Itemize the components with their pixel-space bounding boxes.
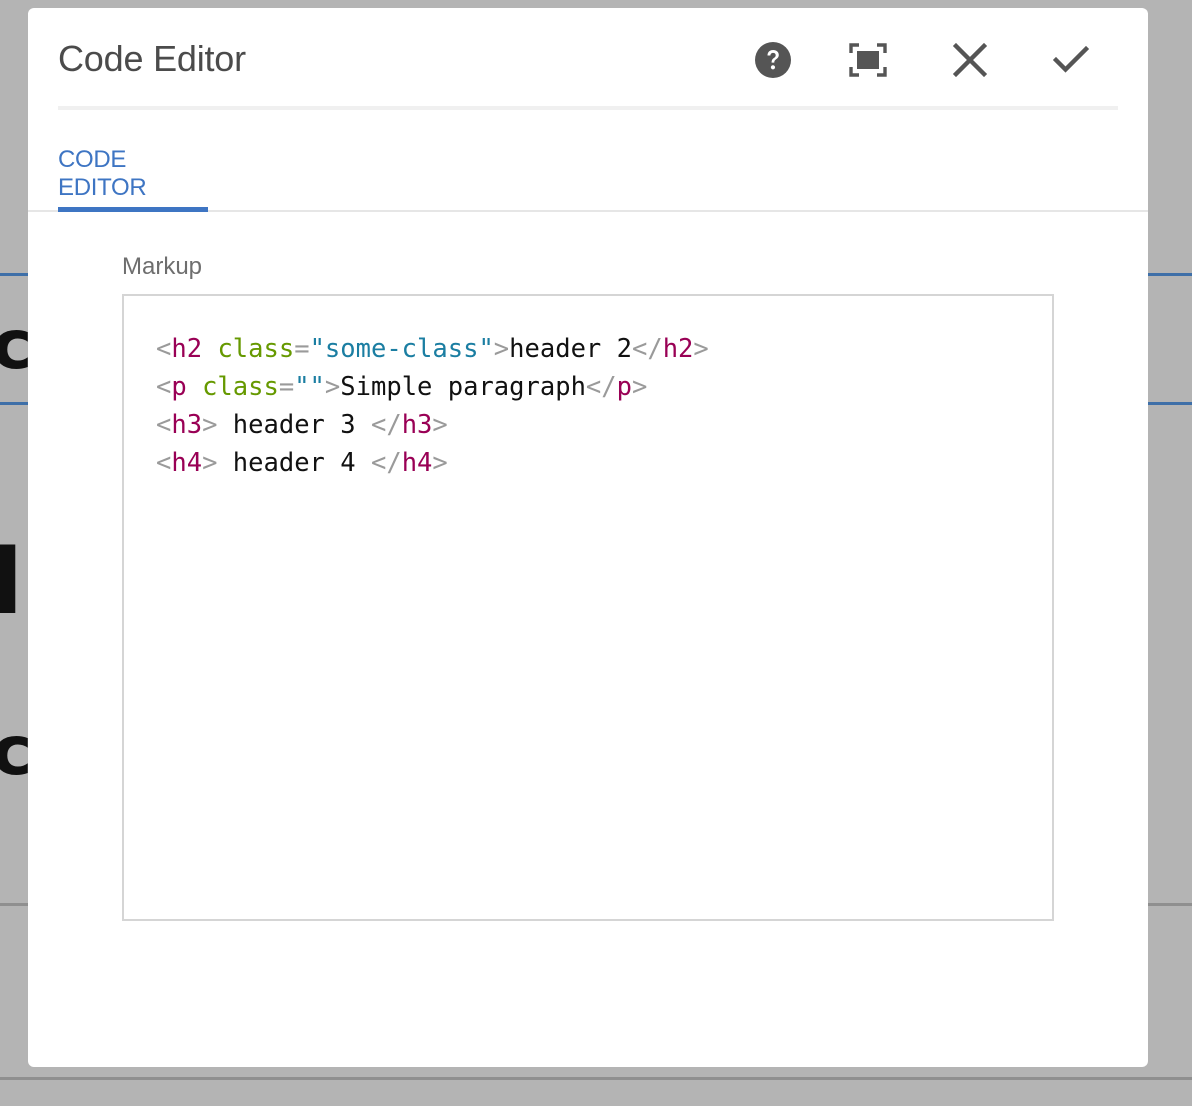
help-icon [755, 42, 791, 78]
close-button[interactable] [948, 38, 992, 82]
code-text: header 3 [217, 410, 371, 440]
code-bracket: </ [585, 372, 617, 402]
code-bracket: > [432, 410, 448, 440]
markup-code-editor[interactable]: <h2 class="some-class">header 2</h2> <p c… [122, 294, 1054, 921]
code-line: <h4> header 4 </h4> [156, 444, 709, 482]
code-text: header 2 [509, 334, 632, 364]
code-line: <p class="">Simple paragraph</p> [156, 368, 709, 406]
code-line: <h2 class="some-class">header 2</h2> [156, 330, 709, 368]
fullscreen-button[interactable] [846, 38, 890, 82]
code-tag: p [616, 372, 632, 402]
code-tag: h2 [171, 334, 203, 364]
code-line: <h3> header 3 </h3> [156, 406, 709, 444]
code-bracket: </ [370, 410, 402, 440]
tab-code-editor-label: CODE EDITOR [58, 146, 147, 201]
code-bracket: < [156, 372, 172, 402]
close-icon [953, 43, 987, 77]
code-tag: h4 [401, 448, 433, 478]
tab-bar: CODE EDITOR [28, 110, 1148, 212]
code-bracket: </ [370, 448, 402, 478]
code-text: Simple paragraph [340, 372, 586, 402]
code-content: <h2 class="some-class">header 2</h2> <p c… [156, 330, 709, 482]
background-divider [0, 1077, 1192, 1080]
code-bracket: = [278, 372, 295, 402]
code-bracket: > [202, 448, 218, 478]
code-attribute: class [217, 334, 295, 364]
dialog-header: Code Editor [58, 8, 1118, 110]
code-tag: p [171, 372, 187, 402]
code-bracket: </ [631, 334, 663, 364]
code-bracket: > [632, 372, 648, 402]
code-bracket: > [493, 334, 510, 364]
code-editor-dialog: Code Editor CODE EDITOR Markup <h2 class… [28, 8, 1148, 1067]
code-attribute: class [202, 372, 279, 402]
help-button[interactable] [751, 38, 795, 82]
background-heading-fragment: l [0, 530, 23, 635]
done-button[interactable] [1049, 38, 1093, 82]
code-bracket: < [156, 334, 172, 364]
fullscreen-icon [849, 43, 887, 77]
code-bracket: > [432, 448, 448, 478]
code-tag: h3 [171, 410, 203, 440]
markup-label: Markup [122, 253, 203, 280]
code-string: "some-class" [309, 334, 494, 364]
code-bracket: = [294, 334, 310, 364]
tab-code-editor[interactable]: CODE EDITOR [58, 110, 208, 212]
dialog-title: Code Editor [58, 38, 246, 79]
code-bracket: > [693, 334, 709, 364]
code-bracket: < [156, 410, 172, 440]
checkmark-icon [1053, 46, 1089, 73]
code-tag: h4 [171, 448, 203, 478]
code-string: "" [294, 372, 325, 402]
code-text: header 4 [217, 448, 371, 478]
code-bracket: < [156, 448, 172, 478]
code-bracket: > [324, 372, 341, 402]
code-tag: h2 [662, 334, 694, 364]
code-tag: h3 [401, 410, 433, 440]
code-bracket: > [202, 410, 218, 440]
